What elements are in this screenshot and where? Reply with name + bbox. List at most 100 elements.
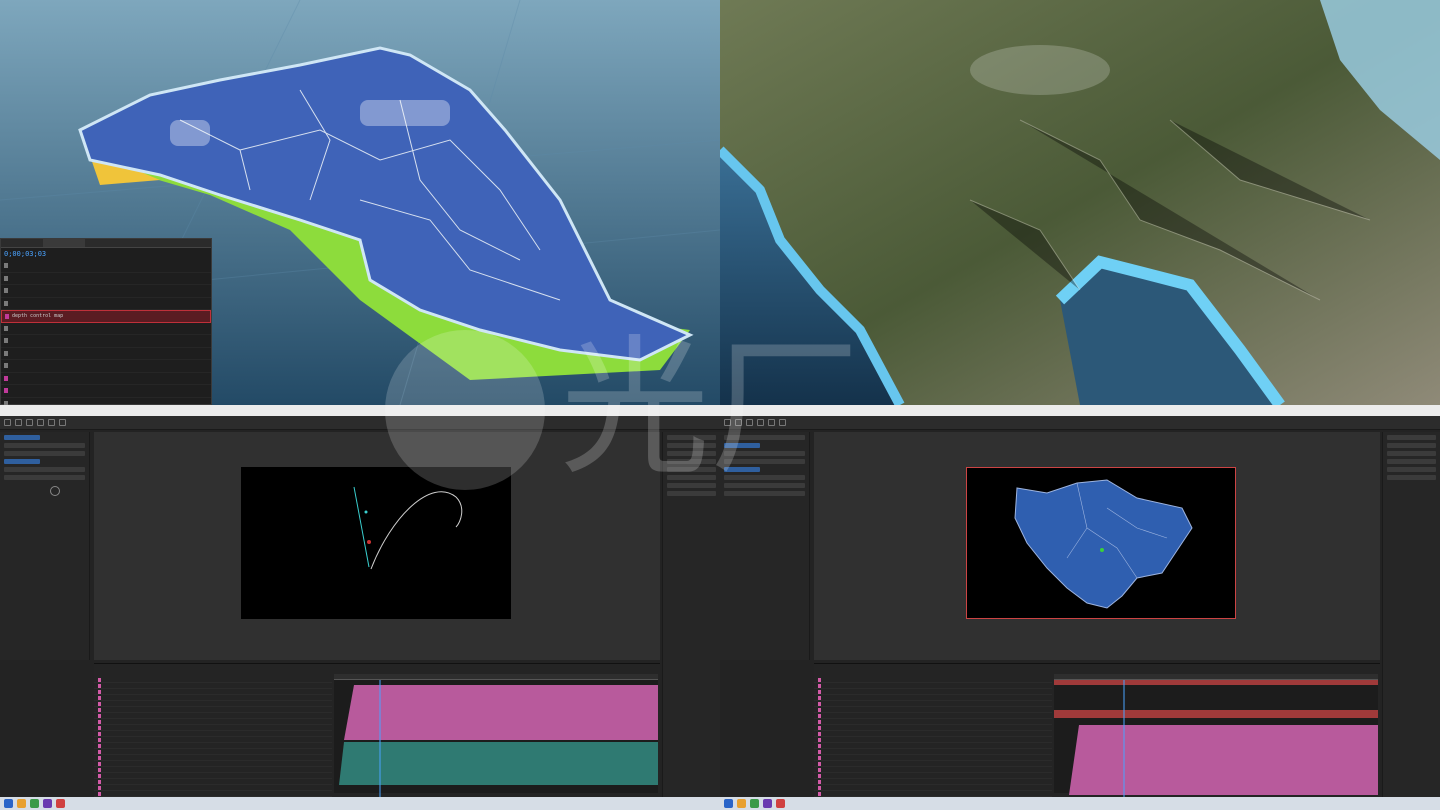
timeline-row[interactable] [814,678,1052,683]
brush-tool-icon[interactable] [779,419,786,426]
label-swatch [818,720,821,724]
comp-canvas[interactable] [241,467,511,619]
timeline-row[interactable] [814,690,1052,695]
layer-label-color[interactable] [4,275,8,281]
layer-row[interactable] [1,360,211,373]
timeline-row[interactable] [814,684,1052,689]
timeline-row[interactable] [94,678,332,683]
comp-canvas[interactable] [966,467,1236,619]
hand-tool-icon[interactable] [15,419,22,426]
timeline-row[interactable] [94,708,332,713]
browser-icon[interactable] [30,799,39,808]
angle-dial[interactable] [50,486,60,496]
layer-row[interactable] [1,398,211,405]
composition-viewer[interactable] [94,432,660,660]
layer-row[interactable] [1,285,211,298]
layer-label-color[interactable] [4,288,8,294]
timeline-row[interactable] [94,786,332,791]
layer-row[interactable] [1,373,211,385]
timeline-row[interactable] [814,732,1052,737]
timeline-row[interactable] [814,762,1052,767]
start-icon[interactable] [724,799,733,808]
aftereffects-icon[interactable] [43,799,52,808]
timeline-row[interactable] [814,720,1052,725]
brush-tool-icon[interactable] [59,419,66,426]
comp-tab[interactable] [169,239,211,247]
layer-row[interactable] [1,298,211,310]
layer-label-color[interactable] [4,363,8,369]
selection-tool-icon[interactable] [4,419,11,426]
timeline-tracks[interactable] [334,674,658,800]
layer-label-color[interactable] [4,375,8,381]
timeline-row[interactable] [94,690,332,695]
timeline-row[interactable] [814,726,1052,731]
selection-tool-icon[interactable] [724,419,731,426]
timeline-row[interactable] [94,762,332,767]
layer-label-color[interactable] [4,263,8,269]
timeline-row[interactable] [814,750,1052,755]
layer-row[interactable]: depth control map [1,310,211,323]
timeline-row[interactable] [94,696,332,701]
timeline-row[interactable] [814,738,1052,743]
timeline-row[interactable] [814,756,1052,761]
layer-label-color[interactable] [4,338,8,344]
timeline-row[interactable] [94,738,332,743]
timeline-row[interactable] [814,696,1052,701]
aftereffects-icon[interactable] [763,799,772,808]
timeline-row[interactable] [814,780,1052,785]
text-tool-icon[interactable] [48,419,55,426]
comp-tab[interactable] [85,239,127,247]
timeline-row[interactable] [814,768,1052,773]
timeline-row[interactable] [94,750,332,755]
zoom-tool-icon[interactable] [746,419,753,426]
timeline-row[interactable] [94,780,332,785]
hand-tool-icon[interactable] [735,419,742,426]
menu-bar[interactable] [0,405,720,416]
timeline-row[interactable] [814,744,1052,749]
comp-tab[interactable] [127,239,169,247]
timeline-row[interactable] [94,756,332,761]
layer-row[interactable] [1,260,211,273]
layer-row[interactable] [1,348,211,360]
comp-tab[interactable] [1,239,43,247]
layer-label-color[interactable] [4,388,8,394]
composition-viewer[interactable] [814,432,1380,660]
timeline-row[interactable] [94,702,332,707]
start-icon[interactable] [4,799,13,808]
timeline-row[interactable] [94,726,332,731]
timeline-row[interactable] [94,714,332,719]
pen-tool-icon[interactable] [37,419,44,426]
layer-label-color[interactable] [4,350,8,356]
folder-icon[interactable] [737,799,746,808]
layer-label-color[interactable] [4,325,8,331]
timeline-row[interactable] [814,786,1052,791]
timeline-row[interactable] [94,768,332,773]
layer-label-color[interactable] [4,300,8,306]
browser-icon[interactable] [750,799,759,808]
timeline-row[interactable] [94,684,332,689]
timeline-tracks[interactable] [1054,674,1378,800]
zoom-tool-icon[interactable] [26,419,33,426]
current-time[interactable]: 0;00;03;03 [1,248,211,260]
layer-row[interactable] [1,323,211,335]
pen-tool-icon[interactable] [757,419,764,426]
text-tool-icon[interactable] [768,419,775,426]
comp-tab[interactable] [43,239,85,247]
menu-bar[interactable] [720,405,1440,416]
layer-row[interactable] [1,335,211,348]
app-icon[interactable] [56,799,65,808]
layer-label-color[interactable] [5,313,9,319]
timeline-row[interactable] [94,744,332,749]
tools-bar [0,416,720,430]
timeline-row[interactable] [814,774,1052,779]
timeline-row[interactable] [814,702,1052,707]
timeline-row[interactable] [94,720,332,725]
layer-row[interactable] [1,385,211,398]
timeline-row[interactable] [94,774,332,779]
layer-row[interactable] [1,273,211,285]
timeline-row[interactable] [814,708,1052,713]
folder-icon[interactable] [17,799,26,808]
timeline-row[interactable] [94,732,332,737]
timeline-row[interactable] [814,714,1052,719]
app-icon[interactable] [776,799,785,808]
